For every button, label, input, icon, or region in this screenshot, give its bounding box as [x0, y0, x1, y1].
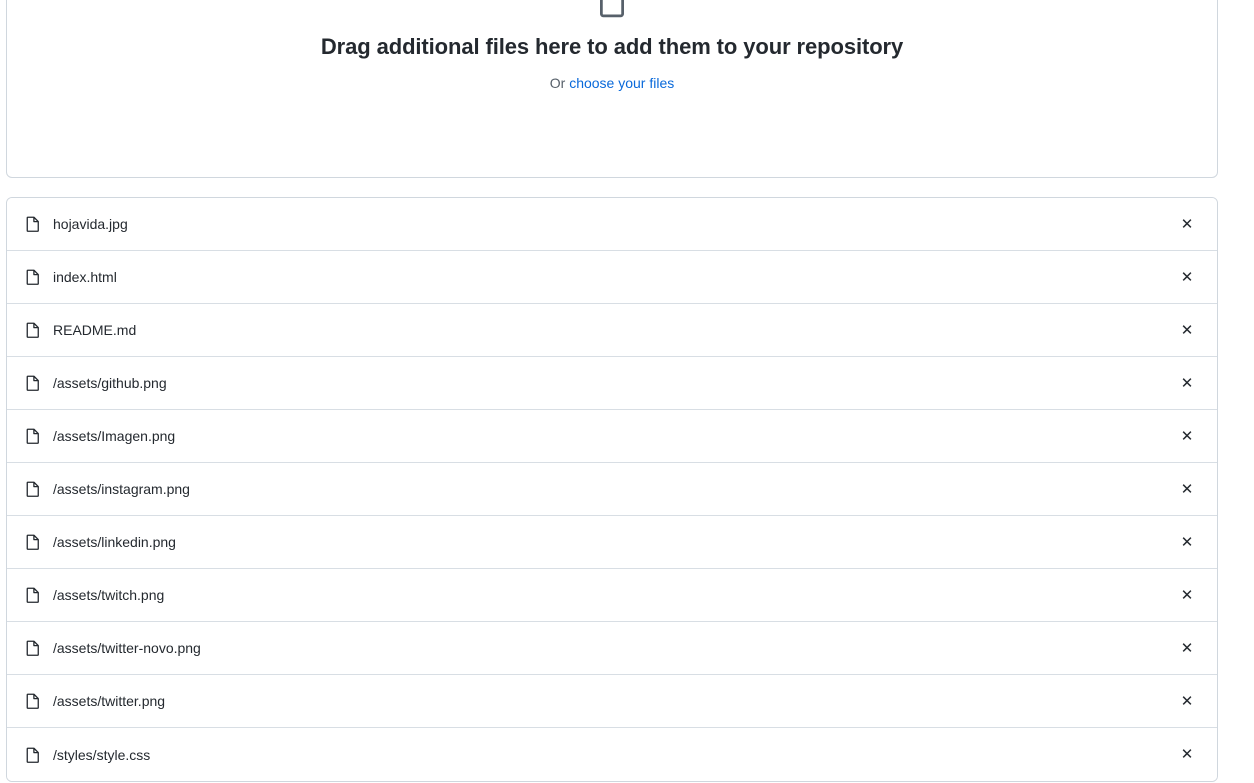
file-row[interactable]: /assets/twitch.png ✕ — [7, 569, 1217, 622]
file-name: /assets/linkedin.png — [53, 534, 176, 550]
file-name: /assets/twitch.png — [53, 587, 165, 603]
file-name: /assets/Imagen.png — [53, 428, 176, 444]
file-row[interactable]: /assets/instagram.png ✕ — [7, 463, 1217, 516]
file-icon — [26, 216, 39, 232]
remove-file-button[interactable]: ✕ — [1175, 583, 1199, 607]
choose-your-files-link[interactable]: choose your files — [569, 75, 674, 91]
or-label: Or — [549, 75, 570, 91]
file-dropzone[interactable]: Drag additional files here to add them t… — [6, 0, 1218, 178]
upload-files-page: Drag additional files here to add them t… — [0, 0, 1254, 783]
dropzone-subtext: Or choose your files — [550, 73, 675, 93]
file-icon — [26, 693, 39, 709]
dropzone-title: Drag additional files here to add them t… — [320, 34, 904, 59]
file-row[interactable]: /assets/twitter-novo.png ✕ — [7, 622, 1217, 675]
file-icon — [26, 747, 39, 763]
file-name: /assets/twitter-novo.png — [53, 640, 201, 656]
file-name: /styles/style.css — [53, 746, 151, 763]
file-name: README.md — [53, 322, 137, 338]
remove-file-button[interactable]: ✕ — [1175, 530, 1199, 554]
file-name: /assets/twitter.png — [53, 693, 166, 709]
file-icon — [26, 481, 39, 497]
file-row[interactable]: README.md ✕ — [7, 304, 1217, 357]
file-row[interactable]: /assets/Imagen.png ✕ — [7, 410, 1217, 463]
file-icon — [26, 269, 39, 285]
file-icon — [26, 375, 39, 391]
file-icon — [26, 534, 39, 550]
remove-file-button[interactable]: ✕ — [1175, 265, 1199, 289]
file-row[interactable]: /assets/github.png ✕ — [7, 357, 1217, 410]
file-row[interactable]: /assets/linkedin.png ✕ — [7, 516, 1217, 569]
remove-file-button[interactable]: ✕ — [1175, 636, 1199, 660]
file-icon — [26, 428, 39, 444]
remove-file-button[interactable]: ✕ — [1175, 689, 1199, 713]
remove-file-button[interactable]: ✕ — [1175, 477, 1199, 501]
file-name: hojavida.jpg — [53, 216, 128, 232]
file-name: /assets/instagram.png — [53, 481, 190, 497]
remove-file-button[interactable]: ✕ — [1175, 318, 1199, 342]
remove-file-button[interactable]: ✕ — [1175, 424, 1199, 448]
file-row[interactable]: /styles/style.css ✕ — [7, 728, 1217, 781]
uploaded-file-list: hojavida.jpg ✕ index.html ✕ README.md ✕ … — [6, 197, 1218, 782]
file-name: /assets/github.png — [53, 375, 167, 391]
remove-file-button[interactable]: ✕ — [1175, 371, 1199, 395]
file-name: index.html — [53, 269, 117, 285]
file-row[interactable]: index.html ✕ — [7, 251, 1217, 304]
file-row[interactable]: /assets/twitter.png ✕ — [7, 675, 1217, 728]
file-icon — [26, 587, 39, 603]
upload-file-icon — [600, 0, 624, 18]
remove-file-button[interactable]: ✕ — [1175, 743, 1199, 767]
remove-file-button[interactable]: ✕ — [1175, 212, 1199, 236]
file-icon — [26, 640, 39, 656]
file-row[interactable]: hojavida.jpg ✕ — [7, 198, 1217, 251]
file-icon — [26, 322, 39, 338]
